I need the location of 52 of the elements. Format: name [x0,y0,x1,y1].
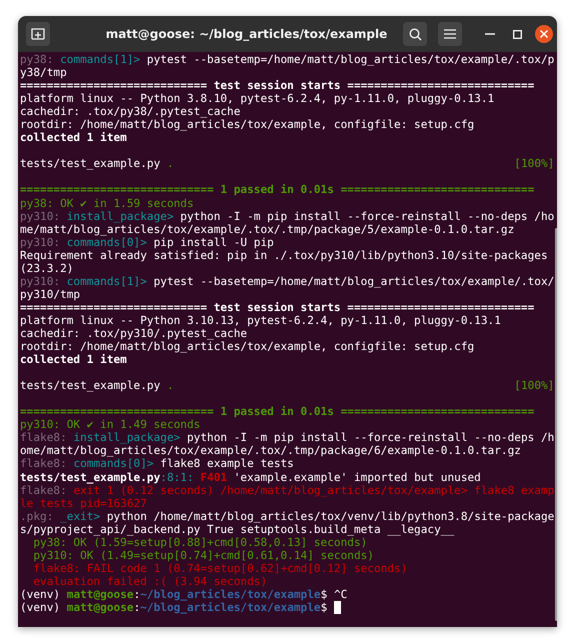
close-button[interactable] [535,25,553,43]
terminal-line: cachedir: .tox/py310/.pytest_cache [20,326,248,340]
progress-percent: [100%] [514,157,554,170]
terminal-line: platform linux -- Python 3.8.10, pytest-6.2.4, py-1.11.0, pluggy-0.13.1 [20,92,494,106]
new-tab-icon [31,28,45,40]
new-tab-button[interactable] [26,22,50,46]
search-icon [408,28,422,40]
terminal-line: flake8: exit 1 (0.12 seconds) /home/matt/blog_articles/tox/example> flake8 examp [20,484,554,497]
terminal-line: rootdir: /home/matt/blog_articles/tox/example, configfile: setup.cfg [20,118,474,132]
terminal-line: .pkg: _exit> python /home/matt/blog_articles/tox/venv/lib/python3.8/site-package [20,510,554,523]
terminal-line: tests/test_example.py . [20,379,174,392]
terminal-line: py310: install_package> python -I -m pip install --force-reinstall --no-deps /ho [20,210,554,223]
menu-button[interactable] [438,22,462,46]
terminal-line: Requirement already satisfied: pip in ./.tox/py310/lib/python3.10/site-packages [20,248,548,262]
maximize-icon [512,30,522,38]
terminal-line: py38: OK ✔ in 1.59 seconds [20,196,194,210]
terminal-line: le tests pid=163627 [20,496,147,510]
search-button[interactable] [403,22,427,46]
terminal-line: py38: OK (1.59=setup[0.88]+cmd[0.58,0.13] seconds) [33,536,368,549]
terminal-line: py310: commands[1]> pytest --basetemp=/home/matt/blog_articles/tox/example/.tox/ [20,274,554,288]
progress-percent: [100%] [514,379,554,392]
terminal-line: ============================ test session starts ============================ [20,300,534,314]
terminal-line: collected 1 item [20,353,127,366]
terminal-line: flake8: commands[0]> flake8 example tests [20,457,294,470]
terminal-line: ============================ test session starts ============================ [20,79,534,92]
window-title: matt@goose: ~/blog_articles/tox/example [104,27,388,41]
terminal-line: py310: OK ✔ in 1.49 seconds [20,418,200,432]
terminal-line: ============================= 1 passed in 0.01s ============================= [20,183,534,197]
terminal-line: (venv) matt@goose:~/blog_articles/tox/example$ [20,600,328,614]
terminal-line: flake8: install_package> python -I -m pip install --force-reinstall --no-deps /h [20,431,554,444]
terminal-line: (23.3.2) [20,262,74,275]
terminal-line: collected 1 item [20,131,127,144]
terminal-line: py310: OK (1.49=setup[0.74]+cmd[0.61,0.14] seconds) [32,548,374,562]
close-icon [540,30,548,38]
terminal-line: me/matt/blog_articles/tox/example/.tox/.tmp/package/5/example-0.1.0.tar.gz [20,222,514,236]
terminal-line: ome/matt/blog_articles/tox/example/.tox/.tmp/package/6/example-0.1.0.tar.gz [20,444,521,458]
terminal-line: flake8: FAIL code 1 (0.74=setup[0.62]+cmd[0.12] seconds) [32,562,408,575]
terminal-line: y38/tmp [20,66,67,80]
terminal-line: py38: commands[1]> pytest --basetemp=/home/matt/blog_articles/tox/example/.tox/p [20,53,554,66]
terminal-line: py310: commands[0]> pip install -U pip [20,236,274,249]
terminal-line: (venv) matt@goose:~/blog_articles/tox/example$ ^C [20,588,348,601]
terminal-line: evaluation failed :( (3.94 seconds) [32,574,268,588]
terminal-line: tests/test_example.py . [20,157,174,170]
terminal-line: py310/tmp [20,288,80,301]
menu-icon [444,29,456,39]
terminal-line: ============================= 1 passed in 0.01s ============================= [20,405,534,418]
terminal-line: s/pyproject_api/_backend.py True setuptools.build_meta __legacy__ [20,522,454,536]
terminal-line: tests/test_example.py:8:1: F401 'example.example' imported but unused [20,470,481,484]
terminal-line: platform linux -- Python 3.10.13, pytest-6.2.4, py-1.11.0, pluggy-0.13.1 [20,314,501,327]
terminal-line: rootdir: /home/matt/blog_articles/tox/example, configfile: setup.cfg [20,340,474,354]
terminal-line: cachedir: .tox/py38/.pytest_cache [20,105,240,118]
minimize-icon [485,33,495,35]
